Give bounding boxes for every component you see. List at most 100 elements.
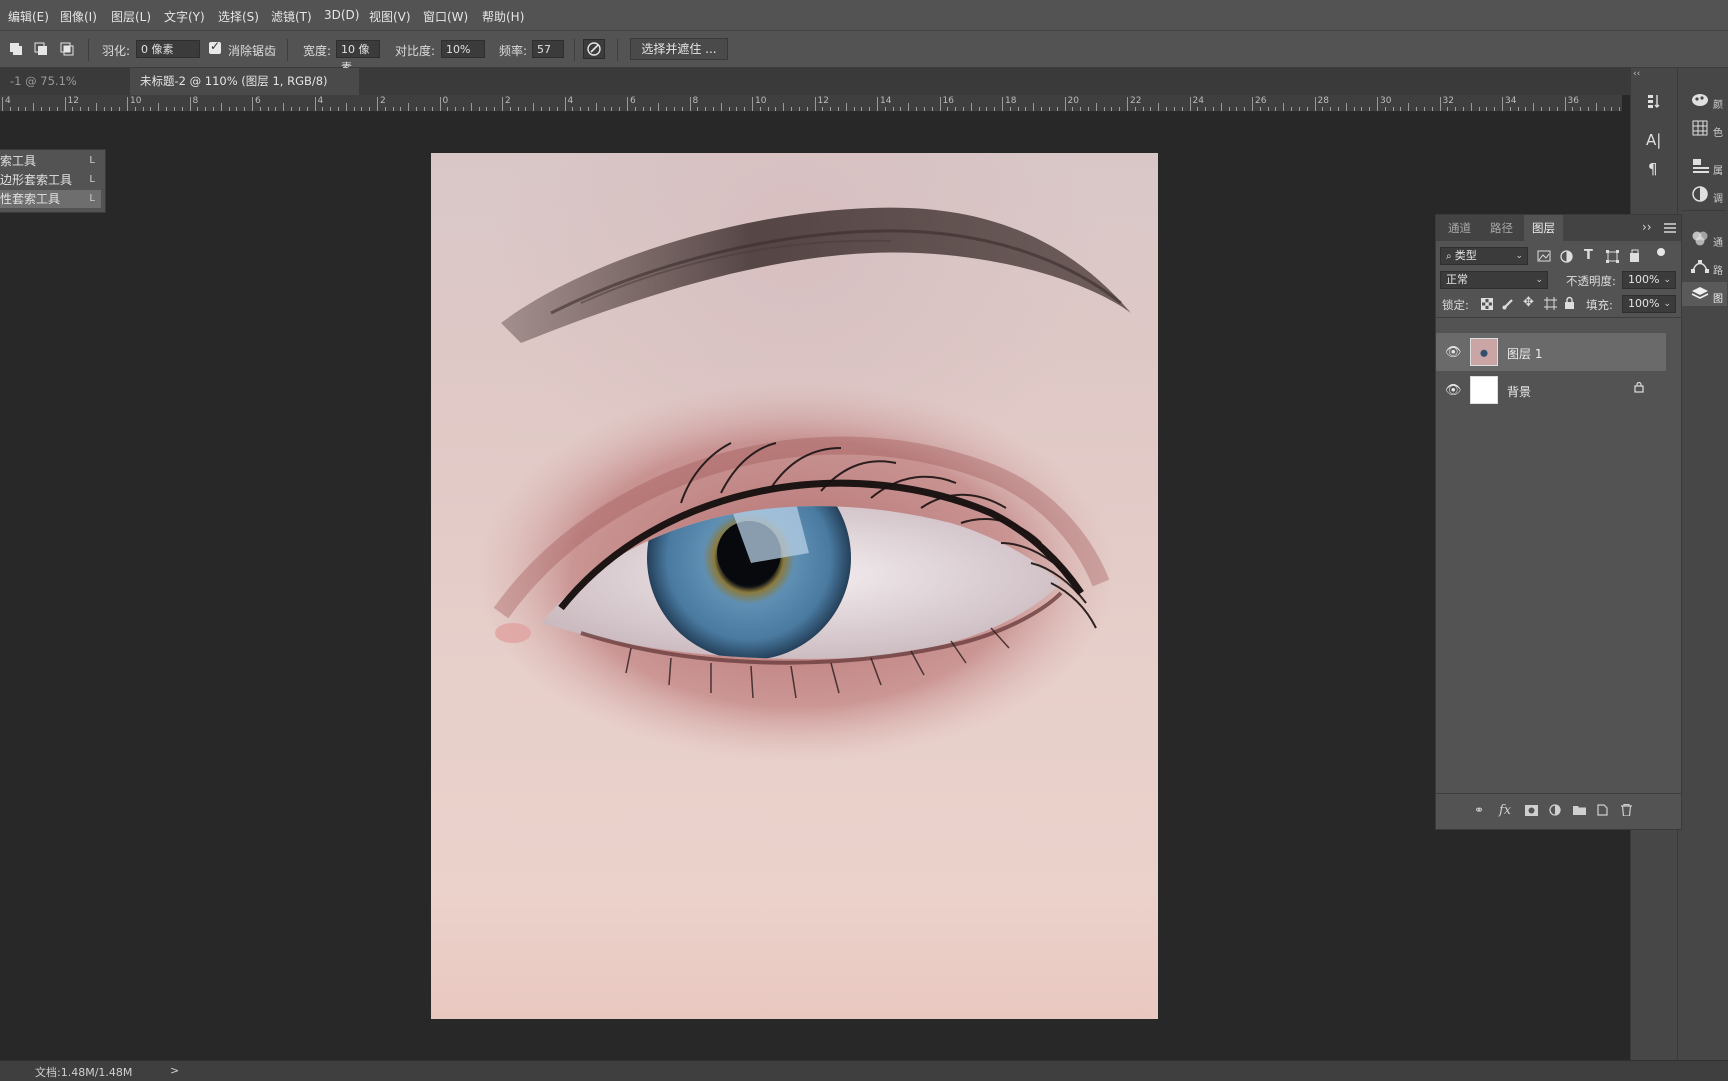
contrast-input[interactable]: 10%: [441, 40, 485, 58]
ruler-major-tick: [252, 97, 253, 111]
filter-adjustment-icon[interactable]: [1560, 250, 1573, 263]
layers-panel: 通道 路径 图层 ›› ⌕ 类型 ⌄ T 正常 ⌄ 不透明度: 100% ⌄ 锁定: …: [1435, 214, 1682, 830]
visibility-eye-icon[interactable]: 👁: [1445, 345, 1462, 360]
swatches-icon[interactable]: [1692, 120, 1708, 136]
lasso-tool-item[interactable]: 索工具 L: [0, 152, 101, 170]
tab-document-1[interactable]: -1 @ 75.1%(RGB/8)×: [0, 68, 129, 115]
ruler-minor-tick: [1416, 107, 1418, 111]
antialias-checkbox[interactable]: [209, 39, 221, 54]
ruler-minor-tick: [72, 107, 74, 111]
menu-select[interactable]: 选择(S): [218, 8, 259, 25]
ruler-minor-tick: [1095, 103, 1097, 111]
separator: [1436, 793, 1681, 794]
expand-icon[interactable]: ››: [1642, 220, 1652, 234]
menu-filter[interactable]: 滤镜(T): [271, 8, 312, 25]
shortcut-key: L: [89, 155, 95, 166]
separator: [574, 39, 575, 61]
adjustment-layer-icon[interactable]: [1549, 804, 1561, 816]
layers-icon[interactable]: [1691, 286, 1709, 302]
lock-all-icon[interactable]: [1564, 296, 1575, 310]
layer-filter-select[interactable]: ⌕ 类型 ⌄: [1440, 247, 1528, 265]
tab-paths[interactable]: 路径: [1482, 215, 1521, 241]
new-selection-icon[interactable]: [9, 42, 23, 56]
ruler-label: 8: [692, 96, 699, 106]
new-layer-icon[interactable]: [1597, 804, 1608, 816]
document-canvas[interactable]: [431, 153, 1158, 1019]
ruler-minor-tick: [1173, 107, 1175, 111]
magnetic-lasso-tool-item[interactable]: 性套索工具 L: [0, 190, 101, 208]
layer-row-background[interactable]: 👁 背景: [1436, 371, 1666, 409]
trash-icon[interactable]: [1621, 804, 1632, 816]
ruler-minor-tick: [986, 107, 988, 111]
filter-shape-icon[interactable]: [1606, 250, 1619, 263]
panel-menu-icon[interactable]: [1664, 223, 1676, 233]
layer-row-layer1[interactable]: 👁 图层 1: [1436, 333, 1666, 371]
tablet-pressure-icon[interactable]: [583, 39, 605, 59]
chevron-down-icon: ⌄: [1663, 299, 1671, 309]
ruler-minor-tick: [744, 107, 746, 111]
menu-3d[interactable]: 3D(D): [324, 8, 359, 22]
filter-smart-object-icon[interactable]: [1628, 249, 1641, 263]
tab-document-2[interactable]: 未标题-2 @ 110% (图层 1, RGB/8) *×: [130, 68, 359, 115]
paths-icon[interactable]: [1691, 258, 1709, 274]
channels-icon[interactable]: [1691, 230, 1709, 246]
lock-transparent-icon[interactable]: [1481, 298, 1493, 310]
fill-input[interactable]: 100% ⌄: [1622, 295, 1676, 313]
lock-pixels-icon[interactable]: [1502, 297, 1515, 310]
menu-help[interactable]: 帮助(H): [482, 8, 524, 25]
lock-position-icon[interactable]: ✥: [1523, 295, 1534, 310]
adjustments-icon[interactable]: [1692, 186, 1708, 202]
menu-image[interactable]: 图像(I): [60, 8, 97, 25]
intersect-selection-icon[interactable]: [60, 42, 74, 56]
add-selection-icon[interactable]: [34, 42, 48, 56]
menu-edit[interactable]: 编辑(E): [8, 8, 49, 25]
visibility-eye-icon[interactable]: 👁: [1445, 383, 1462, 398]
opacity-input[interactable]: 100% ⌄: [1622, 271, 1676, 289]
separator: [88, 39, 89, 61]
frequency-input[interactable]: 57: [532, 40, 564, 58]
ruler-minor-tick: [259, 107, 261, 111]
blend-mode-select[interactable]: 正常 ⌄: [1440, 271, 1548, 289]
ruler-minor-tick: [1103, 107, 1105, 111]
filter-toggle-icon[interactable]: [1657, 248, 1665, 256]
collapse-icon[interactable]: ‹‹: [1633, 66, 1640, 82]
ruler-minor-tick: [517, 107, 519, 111]
link-layers-icon[interactable]: ⚭: [1474, 803, 1484, 817]
menu-layer[interactable]: 图层(L): [111, 8, 151, 25]
frequency-label: 频率:: [499, 44, 528, 58]
ruler-minor-tick: [369, 107, 371, 111]
lock-artboard-icon[interactable]: [1544, 297, 1557, 310]
ruler-major-tick: [2, 97, 3, 111]
horizontal-ruler[interactable]: 4 12 10 8 6 4 2 0 2 4 6 8 10 12 14 16 18 20 22 24 26 28 30 32 34…: [0, 95, 1622, 112]
color-icon[interactable]: [1691, 92, 1709, 108]
status-menu-arrow[interactable]: >: [170, 1064, 179, 1077]
menu-view[interactable]: 视图(V): [369, 8, 411, 25]
select-and-mask-button[interactable]: 选择并遮住 ...: [630, 38, 728, 60]
character-icon[interactable]: A|: [1646, 132, 1661, 148]
ruler-minor-tick: [1220, 103, 1222, 111]
folder-icon[interactable]: [1573, 805, 1586, 815]
shortcut-key: L: [89, 174, 95, 185]
filter-type-icon[interactable]: T: [1584, 248, 1593, 263]
properties-icon[interactable]: [1692, 158, 1710, 174]
polygonal-lasso-tool-item[interactable]: 边形套索工具 L: [0, 171, 101, 189]
antialias-label: 消除锯齿: [228, 44, 277, 58]
feather-input[interactable]: 0 像素: [136, 40, 200, 58]
history-icon[interactable]: [1645, 92, 1663, 110]
paragraph-icon[interactable]: ¶: [1648, 161, 1658, 177]
ruler-minor-tick: [822, 107, 824, 111]
ruler-minor-tick: [1134, 107, 1136, 111]
add-mask-icon[interactable]: [1525, 805, 1538, 816]
menu-type[interactable]: 文字(Y): [164, 8, 205, 25]
ruler-major-tick: [127, 97, 128, 111]
filter-pixel-icon[interactable]: [1537, 250, 1551, 262]
ruler-minor-tick: [56, 107, 58, 111]
tab-layers[interactable]: 图层: [1524, 215, 1563, 241]
tab-channels[interactable]: 通道: [1440, 215, 1479, 241]
width-input[interactable]: 10 像素: [336, 40, 380, 74]
menu-window[interactable]: 窗口(W): [423, 8, 468, 25]
ruler-minor-tick: [1228, 107, 1230, 111]
ruler-label: 4: [5, 96, 11, 106]
fx-icon[interactable]: fx: [1499, 803, 1511, 818]
ruler-minor-tick: [384, 107, 386, 111]
